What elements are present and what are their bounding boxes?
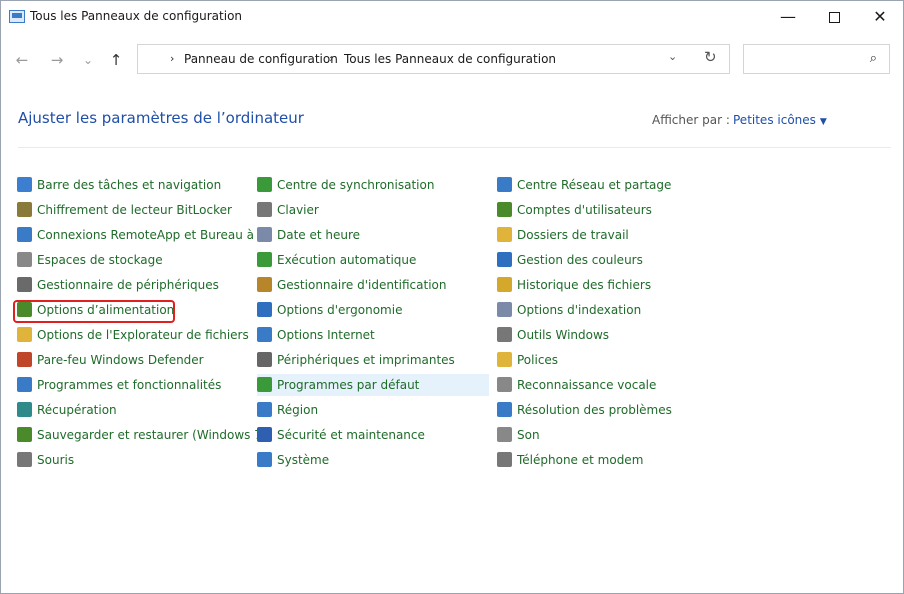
control-panel-item-label: Options de l'Explorateur de fichiers <box>37 328 249 342</box>
control-panel-item-label: Périphériques et imprimantes <box>277 353 455 367</box>
indexing-options-icon <box>497 302 512 317</box>
control-panel-item-label: Comptes d'utilisateurs <box>517 203 652 217</box>
control-panel-item-label: Pare-feu Windows Defender <box>37 353 204 367</box>
control-panel-item-label: Reconnaissance vocale <box>517 378 657 392</box>
remoteapp-icon <box>17 227 32 242</box>
control-panel-item-label: Clavier <box>277 203 319 217</box>
work-folders-icon <box>497 227 512 242</box>
control-panel-item-label: Région <box>277 403 319 417</box>
ease-of-access-icon <box>257 302 272 317</box>
control-panel-item[interactable]: Programmes par défaut <box>257 374 489 396</box>
control-panel-item-label: Gestion des couleurs <box>517 253 643 267</box>
speech-recognition-icon <box>497 377 512 392</box>
control-panel-item-label: Polices <box>517 353 559 367</box>
control-panel-item-label: Sécurité et maintenance <box>277 428 425 442</box>
windows-tools-icon <box>497 327 512 342</box>
control-panel-items: Barre des tâches et navigation Chiffremen… <box>1 1 903 593</box>
control-panel-item-label: Exécution automatique <box>277 253 417 267</box>
control-panel-item-label: Gestionnaire d'identification <box>277 278 447 292</box>
control-panel-item-label: Chiffrement de lecteur BitLocker <box>37 203 232 217</box>
security-maintenance-icon <box>257 427 272 442</box>
folder-options-icon <box>17 327 32 342</box>
control-panel-item-label: Son <box>517 428 540 442</box>
taskbar-icon <box>17 177 32 192</box>
autoplay-icon <box>257 252 272 267</box>
default-programs-icon <box>257 377 272 392</box>
control-panel-item-label: Programmes par défaut <box>277 378 420 392</box>
control-panel-item-label: Options d'indexation <box>517 303 642 317</box>
firewall-icon <box>17 352 32 367</box>
devices-printers-icon <box>257 352 272 367</box>
control-panel-item-label: Gestionnaire de périphériques <box>37 278 219 292</box>
control-panel-item-label: Souris <box>37 453 75 467</box>
file-history-icon <box>497 277 512 292</box>
control-panel-item-label: Dossiers de travail <box>517 228 629 242</box>
highlight-annotation <box>13 300 175 323</box>
control-panel-item-label: Programmes et fonctionnalités <box>37 378 222 392</box>
control-panel-item-label: Outils Windows <box>517 328 610 342</box>
system-icon <box>257 452 272 467</box>
network-center-icon <box>497 177 512 192</box>
internet-options-icon <box>257 327 272 342</box>
recovery-icon <box>17 402 32 417</box>
phone-modem-icon <box>497 452 512 467</box>
date-time-icon <box>257 227 272 242</box>
device-manager-icon <box>17 277 32 292</box>
credential-manager-icon <box>257 277 272 292</box>
region-icon <box>257 402 272 417</box>
user-accounts-icon <box>497 202 512 217</box>
mouse-icon <box>17 452 32 467</box>
control-panel-item-label: Téléphone et modem <box>517 453 644 467</box>
control-panel-item-label: Résolution des problèmes <box>517 403 672 417</box>
control-panel-item-label: Centre Réseau et partage <box>517 178 672 192</box>
bitlocker-icon <box>17 202 32 217</box>
control-panel-item-label: Centre de synchronisation <box>277 178 435 192</box>
control-panel-item-label: Récupération <box>37 403 117 417</box>
control-panel-item-label: Sauvegarder et restaurer (Windows 7) <box>37 428 267 442</box>
control-panel-item-label: Barre des tâches et navigation <box>37 178 222 192</box>
keyboard-icon <box>257 202 272 217</box>
control-panel-item-label: Système <box>277 453 330 467</box>
programs-icon <box>17 377 32 392</box>
control-panel-item-label: Options d'ergonomie <box>277 303 403 317</box>
control-panel-item-label: Connexions RemoteApp et Bureau à ... <box>37 228 270 242</box>
control-panel-item-label: Date et heure <box>277 228 361 242</box>
control-panel-item-label: Espaces de stockage <box>37 253 163 267</box>
fonts-icon <box>497 352 512 367</box>
control-panel-window: Tous les Panneaux de configuration — ✕ ←… <box>0 0 904 594</box>
backup-icon <box>17 427 32 442</box>
color-management-icon <box>497 252 512 267</box>
sync-center-icon <box>257 177 272 192</box>
control-panel-item-label: Historique des fichiers <box>517 278 652 292</box>
control-panel-item-label: Options Internet <box>277 328 375 342</box>
troubleshooting-icon <box>497 402 512 417</box>
storage-spaces-icon <box>17 252 32 267</box>
sound-icon <box>497 427 512 442</box>
